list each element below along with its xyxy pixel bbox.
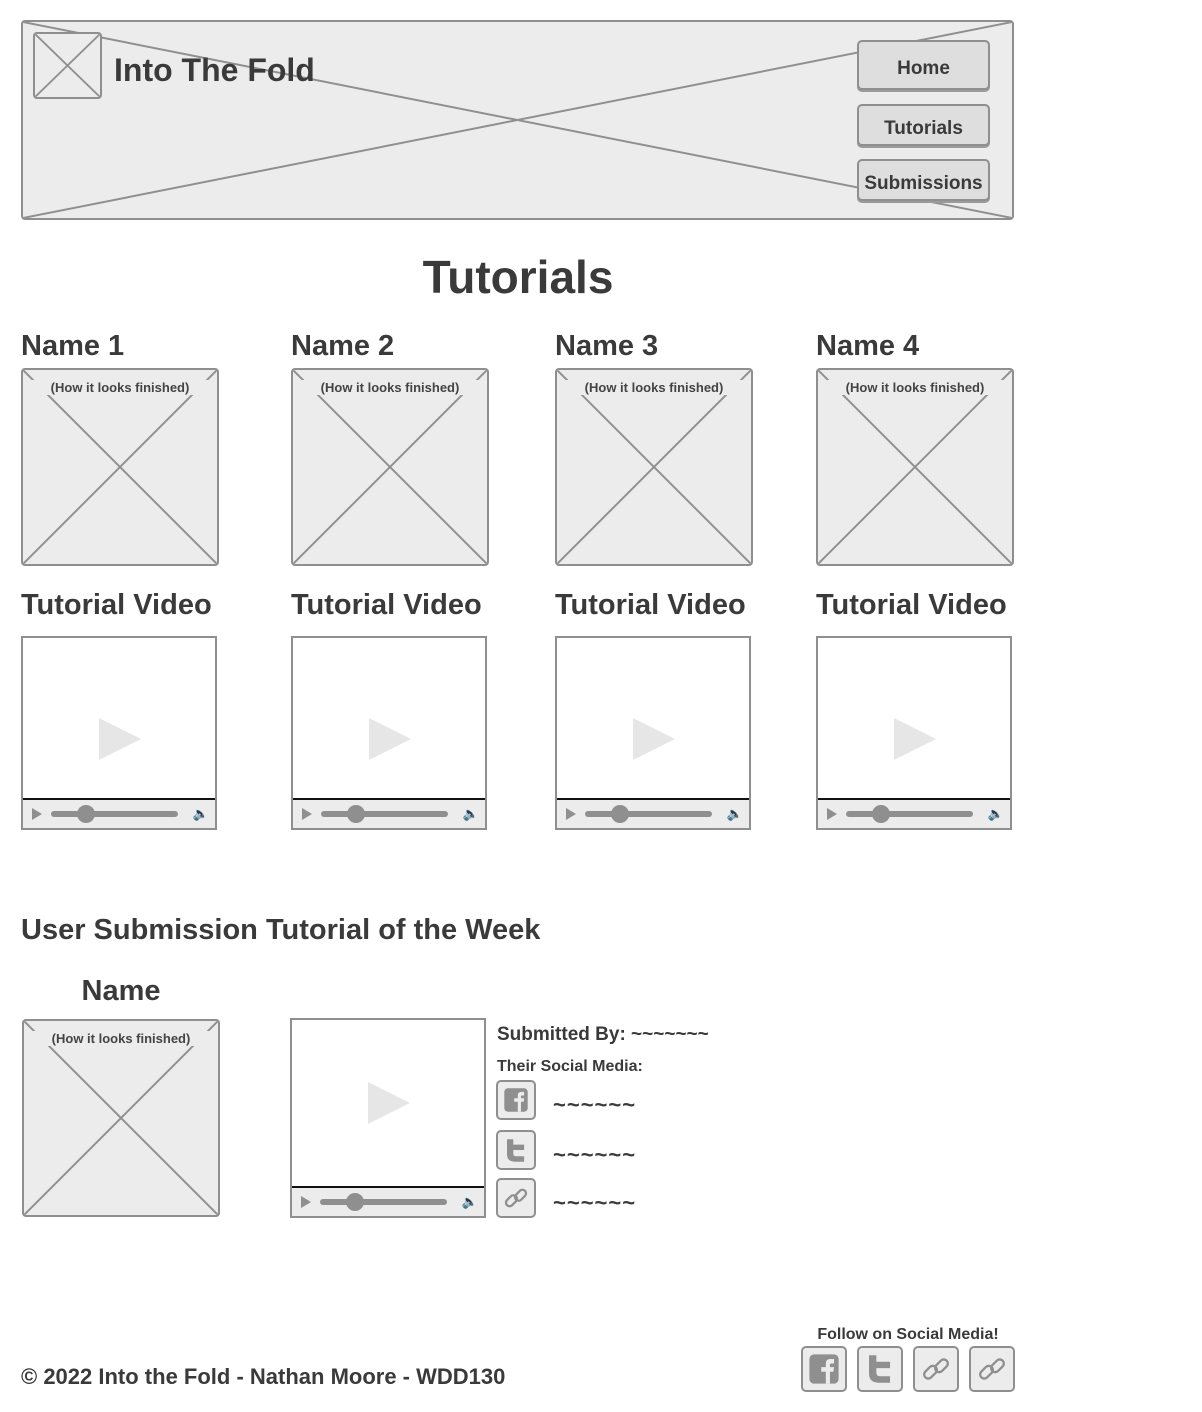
seek-bar[interactable] xyxy=(846,811,973,817)
tutorial-name: Name 4 xyxy=(816,330,920,362)
play-icon[interactable] xyxy=(368,1082,410,1124)
tutorial-preview-image[interactable]: (How it looks finished) xyxy=(291,368,489,566)
play-button[interactable] xyxy=(301,1196,311,1208)
tutorial-name: Name 1 xyxy=(21,330,125,362)
tutorial-name: Name 2 xyxy=(291,330,395,362)
nav-submissions-button[interactable]: Submissions xyxy=(857,159,990,201)
play-icon[interactable] xyxy=(633,718,675,760)
site-title[interactable]: Into The Fold xyxy=(114,52,315,89)
tutorial-video-player[interactable]: 🔈 xyxy=(816,636,1012,830)
twitter-icon xyxy=(869,1355,891,1383)
link-icon xyxy=(504,1188,528,1208)
link-icon xyxy=(979,1358,1005,1380)
facebook-icon xyxy=(504,1088,528,1112)
tutorial-preview-image[interactable]: (How it looks finished) xyxy=(816,368,1014,566)
image-placeholder-icon xyxy=(24,1021,218,1215)
tutorial-preview-image[interactable]: (How it looks finished) xyxy=(555,368,753,566)
submitter-twitter-button[interactable] xyxy=(496,1130,536,1170)
submission-section-title: User Submission Tutorial of the Week xyxy=(21,914,541,946)
tutorial-video-label: Tutorial Video xyxy=(291,589,482,621)
seek-bar[interactable] xyxy=(321,811,448,817)
link-icon xyxy=(923,1358,949,1380)
volume-icon[interactable]: 🔈 xyxy=(463,807,479,821)
submitter-link-button[interactable] xyxy=(496,1178,536,1218)
submitter-twitter-handle: ~~~~~~ xyxy=(553,1142,637,1167)
volume-icon[interactable]: 🔈 xyxy=(988,807,1004,821)
seek-knob[interactable] xyxy=(346,1193,364,1211)
preview-caption: (How it looks finished) xyxy=(23,380,217,395)
seek-knob[interactable] xyxy=(77,805,95,823)
volume-icon[interactable]: 🔈 xyxy=(193,807,209,821)
play-button[interactable] xyxy=(827,808,837,820)
submitter-facebook-button[interactable] xyxy=(496,1080,536,1120)
tutorial-name: Name 3 xyxy=(555,330,659,362)
footer-link-button-1[interactable] xyxy=(913,1346,959,1392)
seek-knob[interactable] xyxy=(611,805,629,823)
seek-bar[interactable] xyxy=(51,811,178,817)
video-controls: 🔈 xyxy=(557,798,749,828)
submission-name: Name xyxy=(81,975,161,1007)
submission-preview-image: (How it looks finished) xyxy=(22,1019,220,1217)
preview-caption: (How it looks finished) xyxy=(293,380,487,395)
tutorial-preview-image[interactable]: (How it looks finished) xyxy=(21,368,219,566)
preview-caption: (How it looks finished) xyxy=(557,380,751,395)
video-controls: 🔈 xyxy=(818,798,1010,828)
play-icon[interactable] xyxy=(894,718,936,760)
volume-icon[interactable]: 🔈 xyxy=(462,1195,478,1209)
preview-caption: (How it looks finished) xyxy=(24,1031,218,1046)
image-placeholder-icon xyxy=(35,34,100,97)
follow-label: Follow on Social Media! xyxy=(817,1326,999,1343)
submitter-facebook-handle: ~~~~~~ xyxy=(553,1092,637,1117)
seek-knob[interactable] xyxy=(347,805,365,823)
tutorial-video-player[interactable]: 🔈 xyxy=(21,636,217,830)
play-button[interactable] xyxy=(566,808,576,820)
video-controls: 🔈 xyxy=(23,798,215,828)
footer-twitter-button[interactable] xyxy=(857,1346,903,1392)
tutorial-video-label: Tutorial Video xyxy=(555,589,746,621)
tutorial-video-player[interactable]: 🔈 xyxy=(555,636,751,830)
play-button[interactable] xyxy=(32,808,42,820)
submission-video-player[interactable]: 🔈 xyxy=(290,1018,486,1218)
video-controls: 🔈 xyxy=(292,1186,484,1216)
submitter-link-handle: ~~~~~~ xyxy=(553,1190,637,1215)
tutorial-video-player[interactable]: 🔈 xyxy=(291,636,487,830)
footer-link-button-2[interactable] xyxy=(969,1346,1015,1392)
play-icon[interactable] xyxy=(99,718,141,760)
logo-image[interactable] xyxy=(33,32,102,99)
tutorial-video-label: Tutorial Video xyxy=(816,589,1007,621)
play-button[interactable] xyxy=(302,808,312,820)
play-icon[interactable] xyxy=(369,718,411,760)
twitter-icon xyxy=(507,1139,525,1162)
tutorial-video-label: Tutorial Video xyxy=(21,589,212,621)
seek-bar[interactable] xyxy=(320,1199,447,1205)
submitted-by: Submitted By: ~~~~~~~ xyxy=(497,1024,709,1045)
facebook-icon xyxy=(809,1354,839,1384)
volume-icon[interactable]: 🔈 xyxy=(727,807,743,821)
page-title: Tutorials xyxy=(422,251,614,303)
their-social-heading: Their Social Media: xyxy=(497,1058,643,1075)
image-placeholder-icon xyxy=(23,370,217,564)
footer-copyright: © 2022 Into the Fold - Nathan Moore - WD… xyxy=(21,1364,506,1389)
seek-knob[interactable] xyxy=(872,805,890,823)
image-placeholder-icon xyxy=(293,370,487,564)
image-placeholder-icon xyxy=(818,370,1012,564)
seek-bar[interactable] xyxy=(585,811,712,817)
footer-facebook-button[interactable] xyxy=(801,1346,847,1392)
video-controls: 🔈 xyxy=(293,798,485,828)
preview-caption: (How it looks finished) xyxy=(818,380,1012,395)
image-placeholder-icon xyxy=(557,370,751,564)
nav-tutorials-button[interactable]: Tutorials xyxy=(857,104,990,146)
nav-home-button[interactable]: Home xyxy=(857,40,990,90)
